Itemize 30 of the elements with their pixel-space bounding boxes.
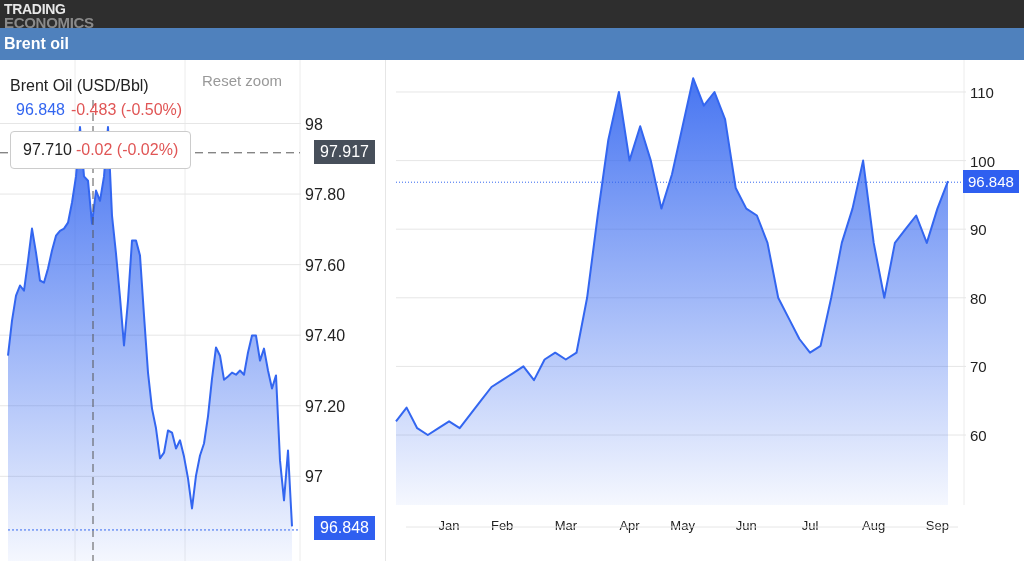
y-axis-label: 70 bbox=[970, 358, 987, 376]
page-title: Brent oil bbox=[4, 35, 69, 53]
y-axis-label: 97 bbox=[305, 468, 323, 486]
logo[interactable]: TRADING ECONOMICS bbox=[0, 3, 94, 29]
x-axis-label: Apr bbox=[619, 518, 640, 533]
y-axis-label: 97.20 bbox=[305, 397, 346, 415]
y-axis-label: 98 bbox=[305, 115, 323, 133]
y-axis-label: 90 bbox=[970, 221, 987, 239]
x-axis-label: Jul bbox=[801, 518, 819, 533]
x-axis-label: May bbox=[670, 518, 695, 533]
last-price-label: 96.848 bbox=[963, 170, 1019, 194]
y-axis-label: 97.60 bbox=[305, 256, 346, 274]
y-axis-label: 60 bbox=[970, 427, 987, 444]
crosshair-price-label: 97.917 bbox=[314, 140, 375, 164]
x-axis-label: Jan bbox=[438, 518, 460, 533]
price-change: -0.483 (-0.50%) bbox=[70, 101, 183, 118]
series-title: Brent Oil (USD/Bbl) bbox=[10, 76, 150, 96]
x-axis-label: Jun bbox=[735, 518, 757, 533]
y-axis-label: 97.80 bbox=[305, 186, 346, 204]
x-axis-label: Feb bbox=[490, 518, 514, 533]
last-price-label: 96.848 bbox=[314, 516, 375, 540]
y-axis-label: 80 bbox=[970, 289, 987, 307]
x-axis-label: Mar bbox=[554, 518, 578, 533]
tooltip: 97.710 -0.02 (-0.02%) bbox=[10, 131, 192, 169]
x-axis-label: Aug bbox=[862, 518, 886, 533]
y-axis-label: 97.40 bbox=[305, 327, 346, 345]
y-axis-label: 110 bbox=[970, 83, 994, 101]
last-price: 96.848 bbox=[16, 101, 65, 118]
x-axis-label: Sep bbox=[925, 518, 949, 533]
y-axis-label: 100 bbox=[970, 152, 996, 170]
